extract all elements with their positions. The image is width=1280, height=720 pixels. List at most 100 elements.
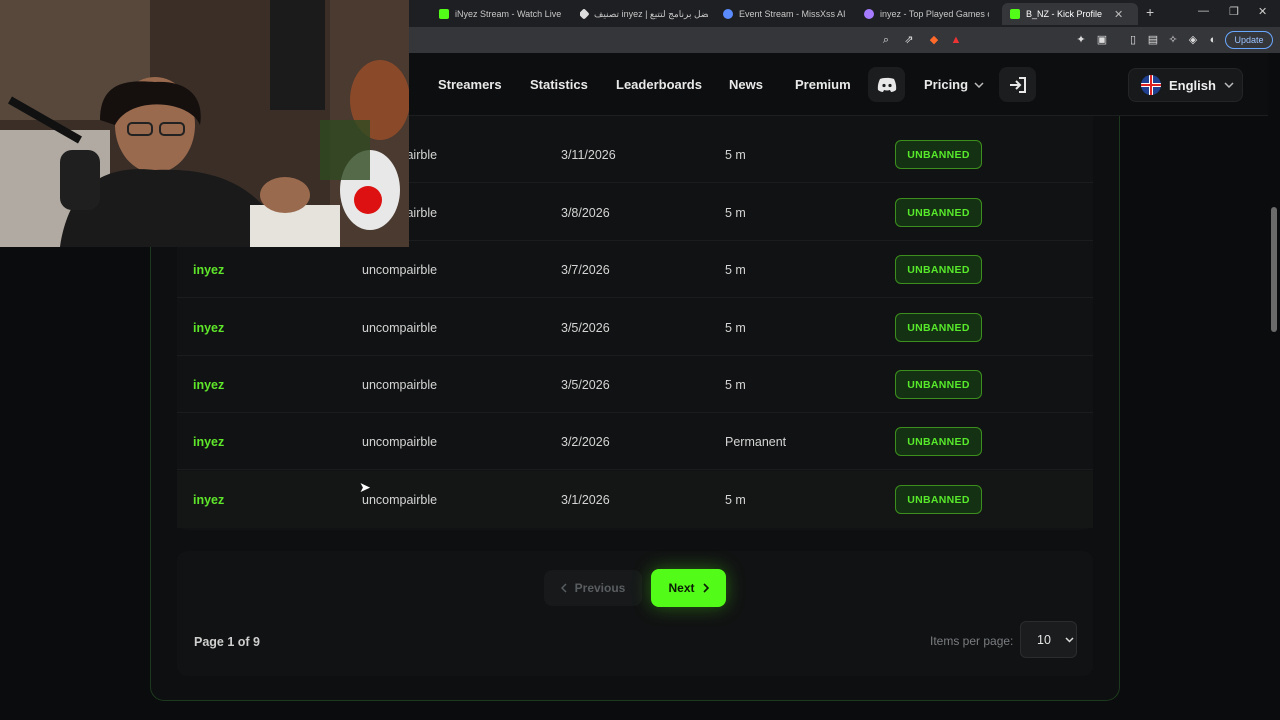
chevron-down-icon xyxy=(1224,82,1234,88)
reader-icon[interactable]: ▣ xyxy=(1095,33,1109,47)
browser-tab[interactable]: تصنيف inyez | أفضل برنامج لتتبع xyxy=(580,3,708,25)
date-cell: 3/8/2026 xyxy=(561,205,610,220)
nav-streamers[interactable]: Streamers xyxy=(438,77,502,92)
kick-icon xyxy=(439,9,449,19)
moderator-cell: uncompairble xyxy=(362,262,438,277)
uk-flag-icon xyxy=(1141,75,1161,95)
moderator-cell: uncompairble xyxy=(362,320,438,335)
games-icon xyxy=(864,9,874,19)
date-cell: 3/5/2026 xyxy=(561,320,610,335)
duration-cell: 5 m xyxy=(725,205,746,220)
duration-cell: 5 m xyxy=(725,147,746,162)
webcam-overlay xyxy=(0,0,409,247)
moderator-cell: uncompairble xyxy=(362,434,438,449)
next-label: Next xyxy=(668,581,695,595)
table-row: inyez uncompairble 3/5/2026 5 m UNBANNED xyxy=(177,299,1093,356)
user-link[interactable]: inyez xyxy=(193,241,224,298)
new-tab-icon[interactable]: + xyxy=(1146,4,1154,20)
scrollbar-thumb[interactable] xyxy=(1271,207,1277,332)
table-row: inyez uncompairble 3/5/2026 5 m UNBANNED xyxy=(177,356,1093,413)
nav-premium[interactable]: Premium xyxy=(795,77,851,92)
share-icon[interactable]: ⇗ xyxy=(902,33,916,47)
restore-icon[interactable]: ❐ xyxy=(1229,5,1239,18)
status-badge: UNBANNED xyxy=(895,427,982,456)
browser-tab-active[interactable]: B_NZ - Kick Profile ✕ xyxy=(1002,3,1138,25)
sidebar-icon[interactable]: ▯ xyxy=(1126,33,1140,47)
login-icon xyxy=(1009,76,1026,93)
browser-tab[interactable]: iNyez Stream - Watch Live on K xyxy=(439,3,564,25)
chevron-down-icon xyxy=(1065,636,1074,643)
discord-button[interactable] xyxy=(868,67,905,102)
status-badge: UNBANNED xyxy=(895,313,982,342)
language-label: English xyxy=(1169,77,1216,93)
mouse-cursor-icon: ➤ xyxy=(359,479,371,495)
zoom-icon[interactable]: ⌕ xyxy=(879,33,893,47)
event-icon xyxy=(723,9,733,19)
diamond-icon xyxy=(580,8,590,20)
nav-statistics[interactable]: Statistics xyxy=(530,77,588,92)
date-cell: 3/2/2026 xyxy=(561,434,610,449)
browser-tab-label: inyez - Top Played Games on K xyxy=(880,9,989,19)
previous-label: Previous xyxy=(574,581,626,595)
browser-tab-label: iNyez Stream - Watch Live on K xyxy=(455,9,564,19)
update-button[interactable]: Update xyxy=(1225,31,1273,49)
table-row: inyez uncompairble 3/2/2026 Permanent UN… xyxy=(177,413,1093,470)
kick-icon xyxy=(1010,9,1020,19)
vpn-icon[interactable]: ◈ xyxy=(1186,33,1200,47)
webcam-feed-image xyxy=(0,0,409,247)
pricing-menu[interactable]: Pricing xyxy=(924,77,984,92)
page-scrollbar[interactable] xyxy=(1268,53,1280,720)
items-per-page-value: 10 xyxy=(1037,632,1051,647)
discord-icon xyxy=(877,77,896,92)
previous-button[interactable]: Previous xyxy=(544,570,642,606)
duration-cell: 5 m xyxy=(725,377,746,392)
duration-cell: Permanent xyxy=(725,434,787,449)
chevron-right-icon xyxy=(702,583,709,593)
brave-shield-icon[interactable]: ◆ xyxy=(927,33,941,47)
profile-icon[interactable]: ◐ xyxy=(1206,33,1220,47)
duration-cell: 5 m xyxy=(725,262,746,277)
close-tab-icon[interactable]: ✕ xyxy=(1114,8,1123,21)
date-cell: 3/11/2026 xyxy=(561,147,616,162)
language-select[interactable]: English xyxy=(1128,68,1243,102)
date-cell: 3/1/2026 xyxy=(561,492,610,507)
rewards-icon[interactable]: ▲ xyxy=(949,33,963,47)
window-close-icon[interactable]: ✕ xyxy=(1258,5,1267,18)
page-indicator: Page 1 of 9 xyxy=(194,635,260,649)
chevron-down-icon xyxy=(974,81,984,88)
nav-news[interactable]: News xyxy=(729,77,763,92)
browser-tab-label: B_NZ - Kick Profile xyxy=(1026,9,1103,19)
user-link[interactable]: inyez xyxy=(193,356,224,413)
moderator-cell: uncompairble xyxy=(362,492,438,507)
table-row: inyez uncompairble 3/7/2026 5 m UNBANNED xyxy=(177,241,1093,298)
browser-tab-label: Event Stream - MissXss AI Bot xyxy=(739,9,845,19)
minimize-icon[interactable]: — xyxy=(1198,5,1209,17)
browser-tab-label: تصنيف inyez | أفضل برنامج لتتبع xyxy=(594,8,708,19)
status-badge: UNBANNED xyxy=(895,198,982,227)
date-cell: 3/5/2026 xyxy=(561,377,610,392)
user-link[interactable]: inyez xyxy=(193,471,224,528)
nav-leaderboards[interactable]: Leaderboards xyxy=(616,77,702,92)
table-row: inyez uncompairble 3/1/2026 5 m UNBANNED xyxy=(177,471,1093,528)
chevron-left-icon xyxy=(560,583,567,593)
status-badge: UNBANNED xyxy=(895,370,982,399)
user-link[interactable]: inyez xyxy=(193,413,224,470)
next-button[interactable]: Next xyxy=(651,569,726,607)
status-badge: UNBANNED xyxy=(895,140,982,169)
duration-cell: 5 m xyxy=(725,320,746,335)
duration-cell: 5 m xyxy=(725,492,746,507)
browser-tab[interactable]: inyez - Top Played Games on K xyxy=(864,3,989,25)
wallet-icon[interactable]: ▤ xyxy=(1146,33,1160,47)
leo-icon[interactable]: ✧ xyxy=(1166,33,1180,47)
status-badge: UNBANNED xyxy=(895,485,982,514)
pricing-label: Pricing xyxy=(924,77,969,92)
login-button[interactable] xyxy=(999,67,1036,102)
date-cell: 3/7/2026 xyxy=(561,262,610,277)
items-per-page-select[interactable]: 10 xyxy=(1020,621,1077,658)
items-per-page-label: Items per page: xyxy=(930,634,1014,648)
extensions-icon[interactable]: ✦ xyxy=(1074,33,1088,47)
moderator-cell: uncompairble xyxy=(362,377,438,392)
user-link[interactable]: inyez xyxy=(193,299,224,356)
status-badge: UNBANNED xyxy=(895,255,982,284)
browser-tab[interactable]: Event Stream - MissXss AI Bot xyxy=(723,3,845,25)
